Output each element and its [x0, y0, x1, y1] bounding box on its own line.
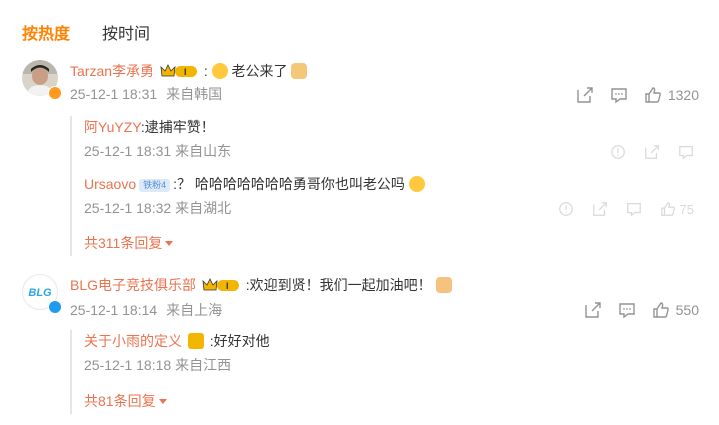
view-more-replies-link[interactable]: 共311条回复 — [84, 233, 174, 253]
reply-location: 来自湖北 — [175, 200, 232, 216]
comment-text-prefix: : — [203, 63, 208, 79]
reply-line: Ursaovo 铁粉4:？ 哈哈哈哈哈哈哈勇哥你也叫老公吗 — [84, 173, 425, 195]
crown-emoji-badge-icon — [187, 333, 204, 349]
reply-meta: 25-12-1 18:18 来自江西 — [84, 355, 231, 375]
username-link[interactable]: 阿YuYZY — [84, 119, 141, 135]
share-icon — [584, 302, 601, 318]
reply-actions — [610, 141, 694, 163]
share-icon — [577, 87, 593, 103]
replies-container: 关于小雨的定义 :好好对他 25-12-1 18:18 来自江西 共81条回复 — [70, 330, 697, 414]
share-icon[interactable] — [592, 201, 608, 217]
reply-date: 25-12-1 18:32 — [84, 200, 172, 216]
doge-emoji-icon — [291, 63, 308, 79]
thumbs-up-icon — [660, 202, 675, 216]
reply-text: :逮捕牢赞！ — [140, 119, 215, 135]
like-button[interactable]: 1320 — [644, 86, 699, 104]
thumbs-up-icon — [645, 87, 661, 103]
comment-date: 25-12-1 18:31 — [70, 86, 158, 102]
reply-date: 25-12-1 18:18 — [84, 357, 172, 373]
replies-container: 阿YuYZY:逮捕牢赞！ 25-12-1 18:31 来自山东 Ursaovo 铁… — [70, 116, 697, 256]
view-more-replies-link[interactable]: 共81条回复 — [84, 391, 167, 411]
fan-level-badge: 铁粉4 — [139, 179, 171, 192]
share-button[interactable] — [584, 301, 602, 319]
more-replies-text: 共311条回复 — [84, 235, 163, 251]
comment-location: 来自韩国 — [166, 86, 223, 102]
reply-actions: 75 — [558, 198, 694, 220]
svg-text:I: I — [226, 281, 229, 291]
report-icon[interactable] — [558, 201, 574, 217]
like-count: 550 — [675, 302, 699, 318]
reply-line: 阿YuYZY:逮捕牢赞！ — [84, 116, 215, 138]
username-link[interactable]: BLG电子竞技俱乐部 — [70, 277, 196, 293]
comment-line: Tarzan李承勇 I : 老公来了 — [70, 60, 308, 82]
share-icon[interactable] — [644, 144, 660, 160]
comment-text: :欢迎到贤！我们一起加油吧！ — [245, 277, 432, 293]
reply-date: 25-12-1 18:31 — [84, 143, 172, 159]
comment-meta: 25-12-1 18:31 来自韩国 — [70, 84, 227, 104]
reply-meta: 25-12-1 18:31 来自山东 — [84, 141, 231, 161]
username-link[interactable]: Ursaovo — [84, 176, 136, 192]
comment-line: BLG电子竞技俱乐部 I :欢迎到贤！我们一起加油吧！ — [70, 274, 452, 296]
reply-line: 关于小雨的定义 :好好对他 — [84, 330, 270, 352]
comment-meta: 25-12-1 18:14 来自上海 — [70, 300, 227, 320]
comment-icon[interactable] — [626, 201, 642, 217]
comment-date: 25-12-1 18:14 — [70, 302, 158, 318]
like-count: 1320 — [667, 87, 699, 103]
reply-like-count: 75 — [679, 201, 694, 217]
caret-down-icon — [165, 241, 174, 246]
reply-text: :好好对他 — [209, 333, 270, 349]
flexed-biceps-emoji-icon — [435, 277, 452, 293]
reply-location: 来自江西 — [175, 357, 232, 373]
comment-button[interactable] — [618, 301, 636, 319]
comment-location: 来自上海 — [166, 302, 223, 318]
tab-sort-by-time[interactable]: 按时间 — [102, 20, 150, 44]
thumbs-up-icon — [652, 302, 669, 318]
tongue-out-emoji-icon — [211, 63, 228, 79]
username-link[interactable]: 关于小雨的定义 — [84, 333, 182, 349]
comment-icon[interactable] — [678, 144, 694, 160]
reply-text: :？ 哈哈哈哈哈哈哈勇哥你也叫老公吗 — [173, 176, 405, 192]
reply-meta: 25-12-1 18:32 来自湖北 — [84, 198, 231, 218]
report-icon[interactable] — [610, 144, 626, 160]
svg-text:I: I — [184, 67, 187, 77]
share-button[interactable] — [576, 86, 594, 104]
comment-actions: 1320 — [576, 84, 699, 106]
blg-logo-text: BLG — [28, 287, 52, 299]
username-link[interactable]: Tarzan李承勇 — [70, 63, 154, 79]
verified-badge-icon — [48, 300, 62, 314]
comment-icon — [618, 303, 635, 319]
like-button[interactable]: 550 — [652, 301, 699, 319]
reply-like-button[interactable]: 75 — [660, 201, 694, 217]
more-replies-text: 共81条回复 — [84, 393, 156, 409]
comment-text: 老公来了 — [231, 63, 288, 79]
comment-icon — [611, 88, 627, 104]
crown-level-badge-icon: I — [202, 278, 239, 291]
comment-button[interactable] — [610, 86, 628, 104]
verified-badge-icon — [48, 86, 62, 100]
caret-down-icon — [158, 399, 167, 404]
laughing-crying-emoji-icon — [408, 176, 425, 192]
tab-sort-by-hot[interactable]: 按热度 — [22, 20, 70, 44]
comment-actions: 550 — [584, 299, 699, 321]
crown-level-badge-icon: I — [160, 64, 197, 77]
reply-location: 来自山东 — [175, 143, 232, 159]
